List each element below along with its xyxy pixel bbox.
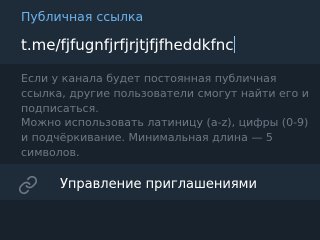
public-link-section: Публичная ссылка t.me/fjfugnfjrfjrjtjfjf…: [0, 0, 320, 64]
manage-invites-row[interactable]: Управление приглашениями: [0, 164, 320, 200]
public-link-value: t.me/fjfugnfjrfjrjtjfjfheddkfnc: [21, 36, 234, 54]
hint-text-rules: Можно использовать латиницу (a-z), цифры…: [21, 116, 309, 159]
section-header: Публичная ссылка: [21, 9, 144, 24]
text-caret: [234, 36, 236, 53]
hint-text-availability: Если у канала будет постоянная публичная…: [21, 72, 309, 115]
public-link-input[interactable]: t.me/fjfugnfjrfjrjtjfjfheddkfnc: [21, 35, 236, 55]
link-icon: [18, 175, 38, 195]
manage-invites-label: Управление приглашениями: [60, 177, 257, 192]
